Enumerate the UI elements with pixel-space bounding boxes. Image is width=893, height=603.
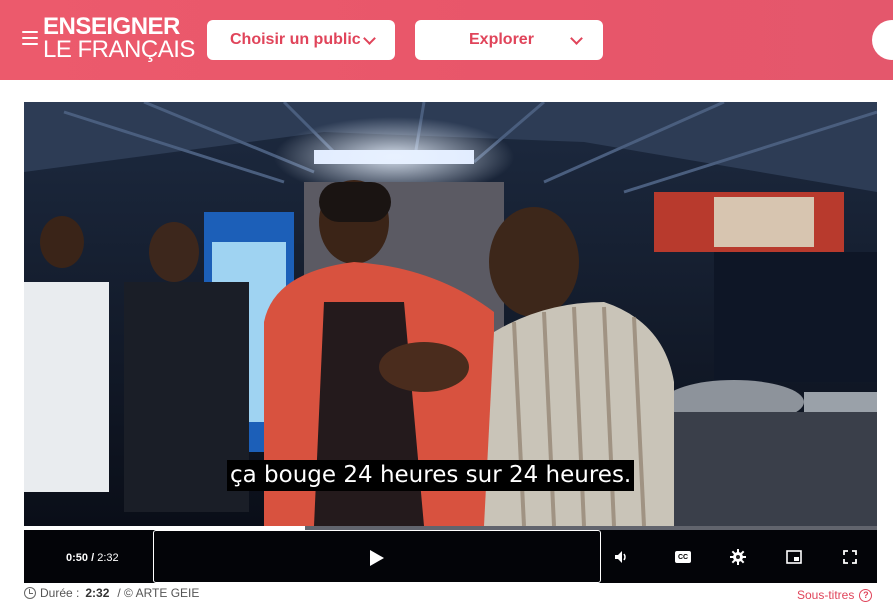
captions-icon[interactable]: CC [675, 551, 691, 563]
duration-label: Durée : [40, 586, 80, 600]
video-subtitle: ça bouge 24 heures sur 24 heures. [227, 460, 635, 491]
search-button[interactable] [872, 20, 893, 60]
site-header: ENSEIGNER LE FRANÇAIS Choisir un public … [0, 0, 893, 80]
time-display: 0:50 / 2:32 [66, 552, 119, 564]
chevron-down-icon [570, 32, 583, 45]
total-duration: 2:32 [97, 552, 119, 564]
duration-value: 2:32 [85, 586, 110, 600]
chevron-down-icon [363, 32, 376, 45]
player-controls: 0:50 / 2:32 CC [24, 530, 877, 583]
choose-audience-label: Choisir un public [230, 31, 361, 48]
menu-icon[interactable] [22, 31, 38, 45]
captions-label: CC [677, 553, 689, 561]
explore-label: Explorer [469, 31, 534, 48]
subtitles-label: Sous-titres [797, 588, 855, 602]
picture-in-picture-icon[interactable] [786, 549, 802, 565]
video-meta: Durée : 2:32 / © ARTE GEIE [24, 586, 199, 600]
site-logo[interactable]: ENSEIGNER LE FRANÇAIS [43, 15, 195, 62]
subtitles-link[interactable]: Sous-titres ? [797, 588, 873, 602]
current-time: 0:50 [66, 552, 89, 564]
explore-dropdown[interactable]: Explorer [415, 20, 603, 60]
volume-icon[interactable] [613, 549, 629, 565]
settings-icon[interactable] [730, 549, 746, 565]
logo-line-2: LE FRANÇAIS [43, 36, 195, 63]
choose-audience-dropdown[interactable]: Choisir un public [207, 20, 395, 60]
play-button-area[interactable] [153, 530, 601, 583]
time-separator: / [91, 552, 95, 564]
play-icon[interactable] [370, 550, 384, 566]
credit-text: / © ARTE GEIE [117, 586, 200, 600]
clock-icon [24, 587, 36, 599]
fullscreen-icon[interactable] [842, 549, 858, 565]
video-player[interactable]: ça bouge 24 heures sur 24 heures. 0:50 /… [24, 102, 877, 583]
help-icon: ? [859, 588, 873, 602]
